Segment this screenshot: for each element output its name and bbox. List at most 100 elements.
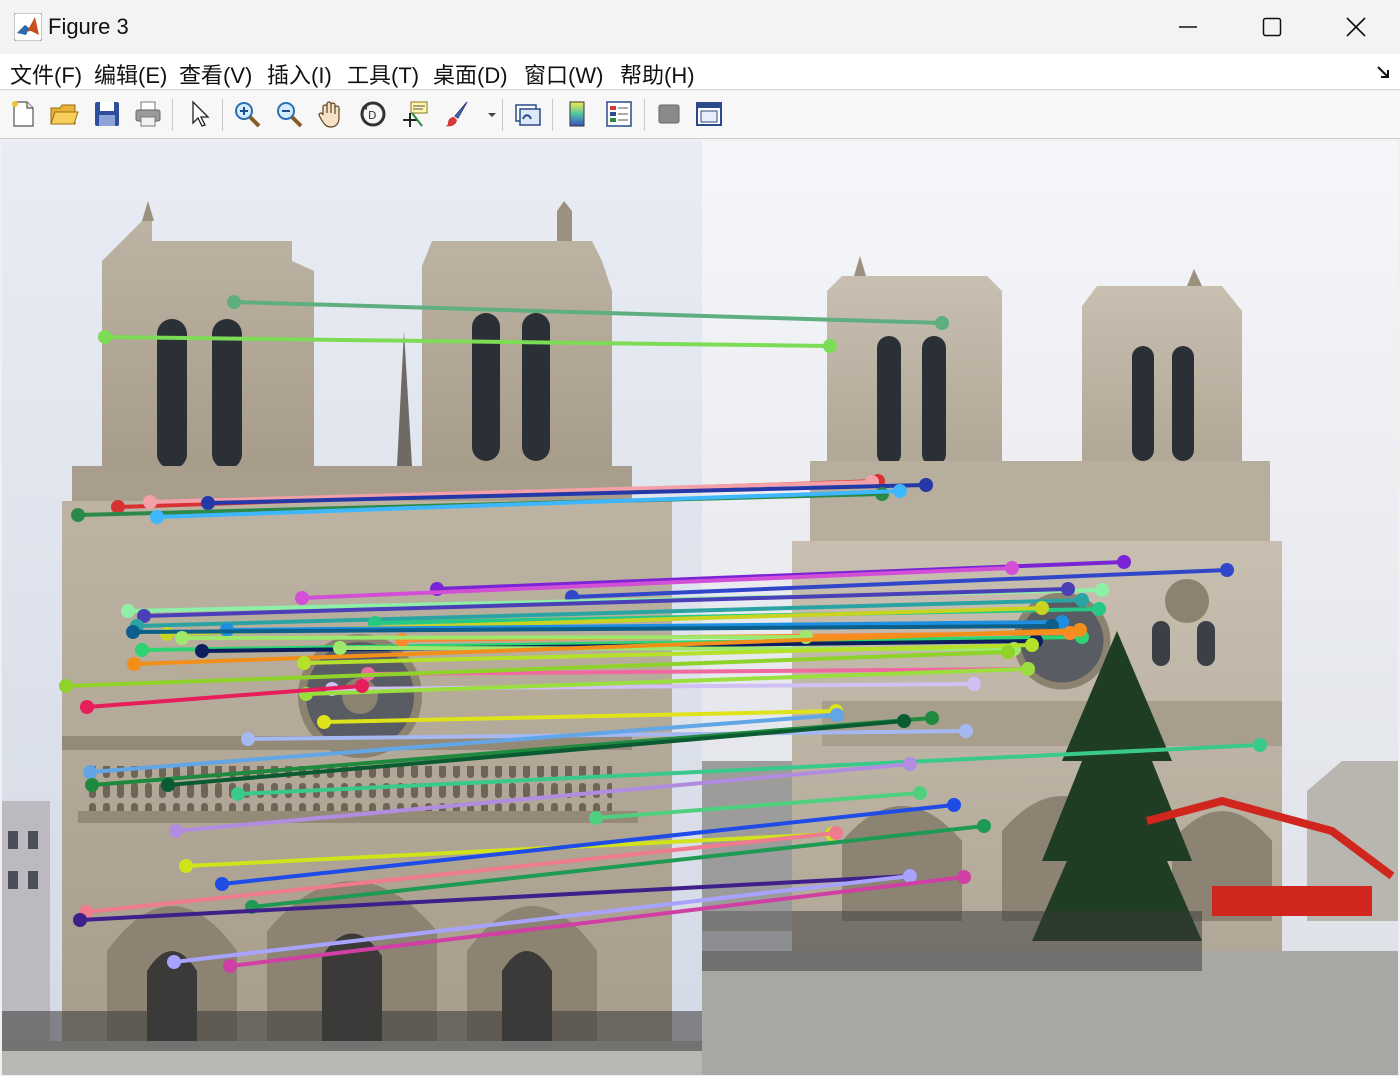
feature-match-plot: [2, 141, 1398, 1075]
match-keypoint: [59, 679, 73, 693]
window-title: Figure 3: [48, 14, 129, 39]
match-keypoint: [395, 633, 409, 647]
data-cursor-button[interactable]: [398, 97, 432, 131]
match-keypoint: [1021, 662, 1035, 676]
match-keypoint: [913, 786, 927, 800]
toolbar-separator: [502, 99, 503, 131]
match-keypoint: [355, 679, 369, 693]
match-keypoint: [1001, 645, 1015, 659]
match-keypoint: [1253, 738, 1267, 752]
edit-plot-button[interactable]: [182, 97, 216, 131]
toolbar-separator: [172, 99, 173, 131]
match-keypoint: [195, 644, 209, 658]
link-plot-icon: [515, 104, 541, 126]
match-keypoint: [127, 657, 141, 671]
new-figure-button[interactable]: [6, 97, 40, 131]
match-keypoint: [935, 316, 949, 330]
toolbar-separator: [552, 99, 553, 131]
brush-dropdown-icon[interactable]: [486, 111, 498, 119]
show-plot-tools-button[interactable]: [692, 97, 726, 131]
match-keypoint: [977, 819, 991, 833]
match-keypoint: [589, 811, 603, 825]
match-keypoint: [967, 677, 981, 691]
close-button[interactable]: [1314, 0, 1398, 54]
print-button[interactable]: [131, 97, 165, 131]
match-keypoint: [830, 708, 844, 722]
rotate-3d-button[interactable]: D: [356, 97, 390, 131]
match-keypoint: [297, 656, 311, 670]
svg-text:D: D: [368, 109, 376, 122]
matlab-logo-icon: [14, 13, 42, 41]
open-file-button[interactable]: [47, 97, 81, 131]
match-keypoint: [925, 711, 939, 725]
save-button[interactable]: [90, 97, 124, 131]
maximize-icon: [1262, 17, 1282, 37]
match-keypoint: [875, 487, 889, 501]
match-keypoint: [126, 625, 140, 639]
match-keypoint: [150, 510, 164, 524]
match-keypoint: [1025, 638, 1039, 652]
zoom-out-button[interactable]: [272, 97, 306, 131]
zoom-in-icon: [235, 102, 261, 128]
maximize-button[interactable]: [1230, 0, 1314, 54]
match-keypoint: [947, 798, 961, 812]
figure-toolbar: D: [0, 91, 1400, 139]
pan-hand-icon: [318, 101, 340, 128]
zoom-in-button[interactable]: [230, 97, 264, 131]
hide-plot-tools-button[interactable]: [652, 97, 686, 131]
match-keypoint: [1061, 582, 1075, 596]
menu-help[interactable]: 帮助(H): [620, 58, 695, 90]
link-plot-button[interactable]: [510, 97, 544, 131]
match-keypoint: [167, 955, 181, 969]
match-keypoint: [160, 627, 174, 641]
legend-icon: [606, 101, 632, 127]
match-keypoint: [98, 330, 112, 344]
match-keypoint: [83, 765, 97, 779]
toolbar-separator: [222, 99, 223, 131]
title-bar[interactable]: Figure 3: [0, 0, 1400, 54]
match-keypoint: [919, 478, 933, 492]
match-keypoint: [959, 724, 973, 738]
match-keypoint: [829, 826, 843, 840]
match-keypoint: [135, 643, 149, 657]
show-plot-tools-icon: [696, 102, 722, 126]
match-keypoint: [893, 484, 907, 498]
print-icon: [135, 101, 161, 127]
brush-button[interactable]: [440, 97, 474, 131]
match-keypoint: [71, 508, 85, 522]
match-keypoint: [241, 732, 255, 746]
menu-bar: 文件(F) 编辑(E) 查看(V) 插入(I) 工具(T) 桌面(D) 窗口(W…: [0, 54, 1400, 90]
colorbar-button[interactable]: [560, 97, 594, 131]
pan-button[interactable]: [314, 97, 348, 131]
match-keypoint: [317, 715, 331, 729]
new-figure-icon: [12, 101, 34, 127]
match-keypoint: [903, 757, 917, 771]
dock-arrow-icon[interactable]: [1376, 64, 1392, 80]
match-keypoint: [957, 870, 971, 884]
match-keypoint: [1117, 555, 1131, 569]
legend-button[interactable]: [602, 97, 636, 131]
match-keypoint: [215, 877, 229, 891]
colorbar-icon: [569, 101, 585, 127]
match-keypoint: [227, 295, 241, 309]
match-keypoint: [201, 496, 215, 510]
menu-insert[interactable]: 插入(I): [267, 58, 332, 90]
menu-tools[interactable]: 工具(T): [347, 58, 419, 90]
match-keypoint: [143, 495, 157, 509]
menu-file[interactable]: 文件(F): [10, 58, 82, 90]
menu-window[interactable]: 窗口(W): [524, 58, 603, 90]
minimize-icon: [1179, 26, 1197, 28]
open-file-icon: [50, 104, 79, 125]
minimize-button[interactable]: [1146, 0, 1230, 54]
match-keypoint: [295, 591, 309, 605]
menu-edit[interactable]: 编辑(E): [94, 58, 167, 90]
match-keypoint: [1092, 602, 1106, 616]
match-keypoint: [897, 714, 911, 728]
figure-canvas[interactable]: [2, 141, 1398, 1075]
figure-window: Figure 3 文件(F) 编辑(E) 查看(V) 插入(I) 工具(T) 桌…: [0, 0, 1400, 1076]
menu-desktop[interactable]: 桌面(D): [433, 58, 508, 90]
match-keypoint: [169, 824, 183, 838]
match-keypoint: [1075, 593, 1089, 607]
match-keypoint: [1035, 601, 1049, 615]
menu-view[interactable]: 查看(V): [179, 58, 252, 90]
